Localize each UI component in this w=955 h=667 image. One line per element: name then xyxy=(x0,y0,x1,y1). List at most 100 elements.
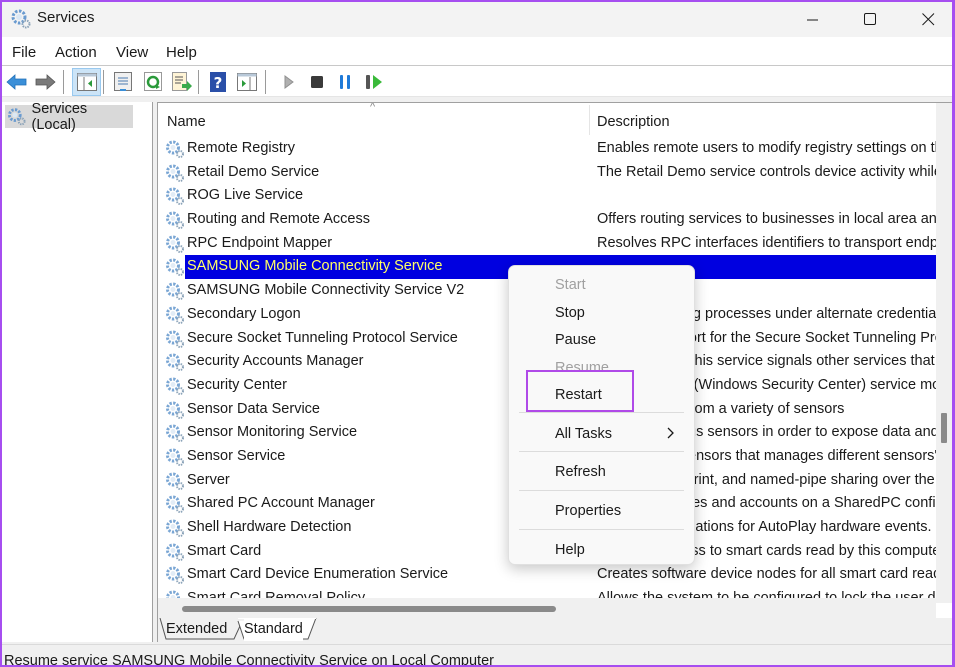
svg-text:?: ? xyxy=(214,74,223,92)
title-bar: Services xyxy=(2,2,952,37)
service-gear-icon xyxy=(166,211,184,230)
maximize-icon xyxy=(863,13,876,25)
service-name: Smart Card Device Enumeration Service xyxy=(187,566,449,583)
service-name: ROG Live Service xyxy=(187,187,304,204)
horizontal-scrollbar[interactable] xyxy=(158,598,936,618)
toolbar-separator xyxy=(265,70,266,94)
table-row[interactable]: Retail Demo Service The Retail Demo servi… xyxy=(158,161,936,185)
back-arrow-icon xyxy=(6,74,27,90)
service-name: Sensor Monitoring Service xyxy=(187,424,358,441)
menu-bar: File Action View Help xyxy=(2,37,952,66)
service-gear-icon xyxy=(166,472,184,490)
restart-service-icon xyxy=(366,75,382,89)
toolbar: ? xyxy=(2,66,952,97)
maximize-button[interactable] xyxy=(847,2,893,37)
service-name: RPC Endpoint Mapper xyxy=(187,234,333,251)
context-menu-refresh[interactable]: Refresh xyxy=(555,464,606,480)
properties-icon xyxy=(114,72,132,91)
service-name: Security Center xyxy=(187,376,287,393)
service-gear-icon xyxy=(166,164,184,182)
menu-separator xyxy=(519,412,684,413)
show-action-pane-icon xyxy=(237,73,257,91)
service-description: Creates software device nodes for all sm… xyxy=(597,566,936,583)
table-row[interactable]: Smart Card Device Enumeration Service Cre… xyxy=(158,563,936,587)
menu-separator xyxy=(519,451,684,452)
services-gear-icon xyxy=(11,9,31,29)
service-name: Routing and Remote Access xyxy=(187,211,370,228)
pause-service-button[interactable] xyxy=(332,69,358,95)
context-menu-help[interactable]: Help xyxy=(555,542,585,558)
context-menu: Start Stop Pause Resume Restart All Task… xyxy=(508,265,695,565)
column-header-name[interactable]: Name xyxy=(167,114,206,130)
service-gear-icon xyxy=(166,187,184,206)
service-description: Enables remote users to modify registry … xyxy=(597,140,936,156)
back-button[interactable] xyxy=(4,69,30,95)
refresh-icon xyxy=(144,72,162,91)
vertical-scroll-thumb[interactable] xyxy=(941,413,947,443)
services-gear-icon xyxy=(7,108,26,126)
menu-help[interactable]: Help xyxy=(166,44,197,61)
table-row[interactable]: RPC Endpoint Mapper Resolves RPC interfac… xyxy=(158,232,936,256)
service-gear-icon xyxy=(166,401,184,419)
context-menu-properties[interactable]: Properties xyxy=(555,503,621,519)
service-name: SAMSUNG Mobile Connectivity Service V2 xyxy=(187,282,465,299)
tree-item-services-local[interactable]: Services (Local) xyxy=(5,101,133,133)
table-row[interactable]: ROG Live Service xyxy=(158,184,936,208)
service-name: Secondary Logon xyxy=(187,305,301,322)
table-row[interactable]: Remote Registry Enables remote users to m… xyxy=(158,137,936,161)
tab-standard[interactable]: Standard xyxy=(244,618,303,641)
service-gear-icon xyxy=(166,306,184,324)
tree-item-label: Services (Local) xyxy=(31,100,88,133)
service-gear-icon xyxy=(166,566,184,585)
service-name: Server xyxy=(187,471,230,488)
service-gear-icon xyxy=(166,140,184,158)
menu-file[interactable]: File xyxy=(12,44,36,61)
service-gear-icon xyxy=(166,258,184,277)
restart-service-button[interactable] xyxy=(361,69,387,95)
menu-separator xyxy=(519,529,684,530)
restart-highlight-annotation xyxy=(526,370,634,412)
service-description: Offers routing services to businesses in… xyxy=(597,211,936,228)
services-window: Services File Action View Help ? Service… xyxy=(2,2,952,665)
context-menu-all-tasks[interactable]: All Tasks xyxy=(555,426,612,442)
service-description: Resolves RPC interfaces identifiers to t… xyxy=(597,234,936,251)
service-gear-icon xyxy=(166,235,184,253)
minimize-button[interactable] xyxy=(790,2,836,37)
service-gear-icon xyxy=(166,424,184,443)
forward-button[interactable] xyxy=(32,69,58,95)
tab-extended[interactable]: Extended xyxy=(166,618,227,641)
service-gear-icon xyxy=(166,448,184,466)
service-name: Secure Socket Tunneling Protocol Service xyxy=(187,329,458,346)
column-divider[interactable] xyxy=(589,105,590,135)
refresh-button[interactable] xyxy=(140,69,166,95)
chevron-right-icon xyxy=(667,427,674,439)
menu-view[interactable]: View xyxy=(116,44,148,61)
horizontal-scroll-thumb[interactable] xyxy=(182,606,556,612)
context-menu-stop[interactable]: Stop xyxy=(555,305,585,321)
show-action-pane-button[interactable] xyxy=(234,69,260,95)
help-button[interactable]: ? xyxy=(205,69,231,95)
menu-action[interactable]: Action xyxy=(55,44,97,61)
pause-service-icon xyxy=(340,75,350,89)
export-list-button[interactable] xyxy=(169,69,195,95)
table-row[interactable]: Routing and Remote Access Offers routing … xyxy=(158,208,936,232)
stop-service-icon xyxy=(311,76,323,88)
context-menu-resume[interactable]: Resume xyxy=(555,360,609,370)
properties-button[interactable] xyxy=(110,69,136,95)
stop-service-button[interactable] xyxy=(304,69,330,95)
toolbar-separator xyxy=(103,70,104,94)
column-header-description[interactable]: Description xyxy=(597,114,670,130)
close-icon xyxy=(921,13,934,26)
vertical-scrollbar[interactable] xyxy=(936,103,952,603)
context-menu-pause[interactable]: Pause xyxy=(555,332,596,348)
window-title: Services xyxy=(37,9,95,26)
status-bar: Resume service SAMSUNG Mobile Connectivi… xyxy=(2,644,952,665)
close-button[interactable] xyxy=(905,2,951,37)
sort-ascending-icon: ^ xyxy=(370,102,376,113)
forward-arrow-icon xyxy=(35,74,56,90)
service-description: The Retail Demo service controls device … xyxy=(597,163,936,180)
view-tabs: Extended Standard xyxy=(157,618,952,642)
show-hide-console-tree-button[interactable] xyxy=(72,68,101,96)
context-menu-start[interactable]: Start xyxy=(555,277,586,293)
start-service-button[interactable] xyxy=(276,69,302,95)
